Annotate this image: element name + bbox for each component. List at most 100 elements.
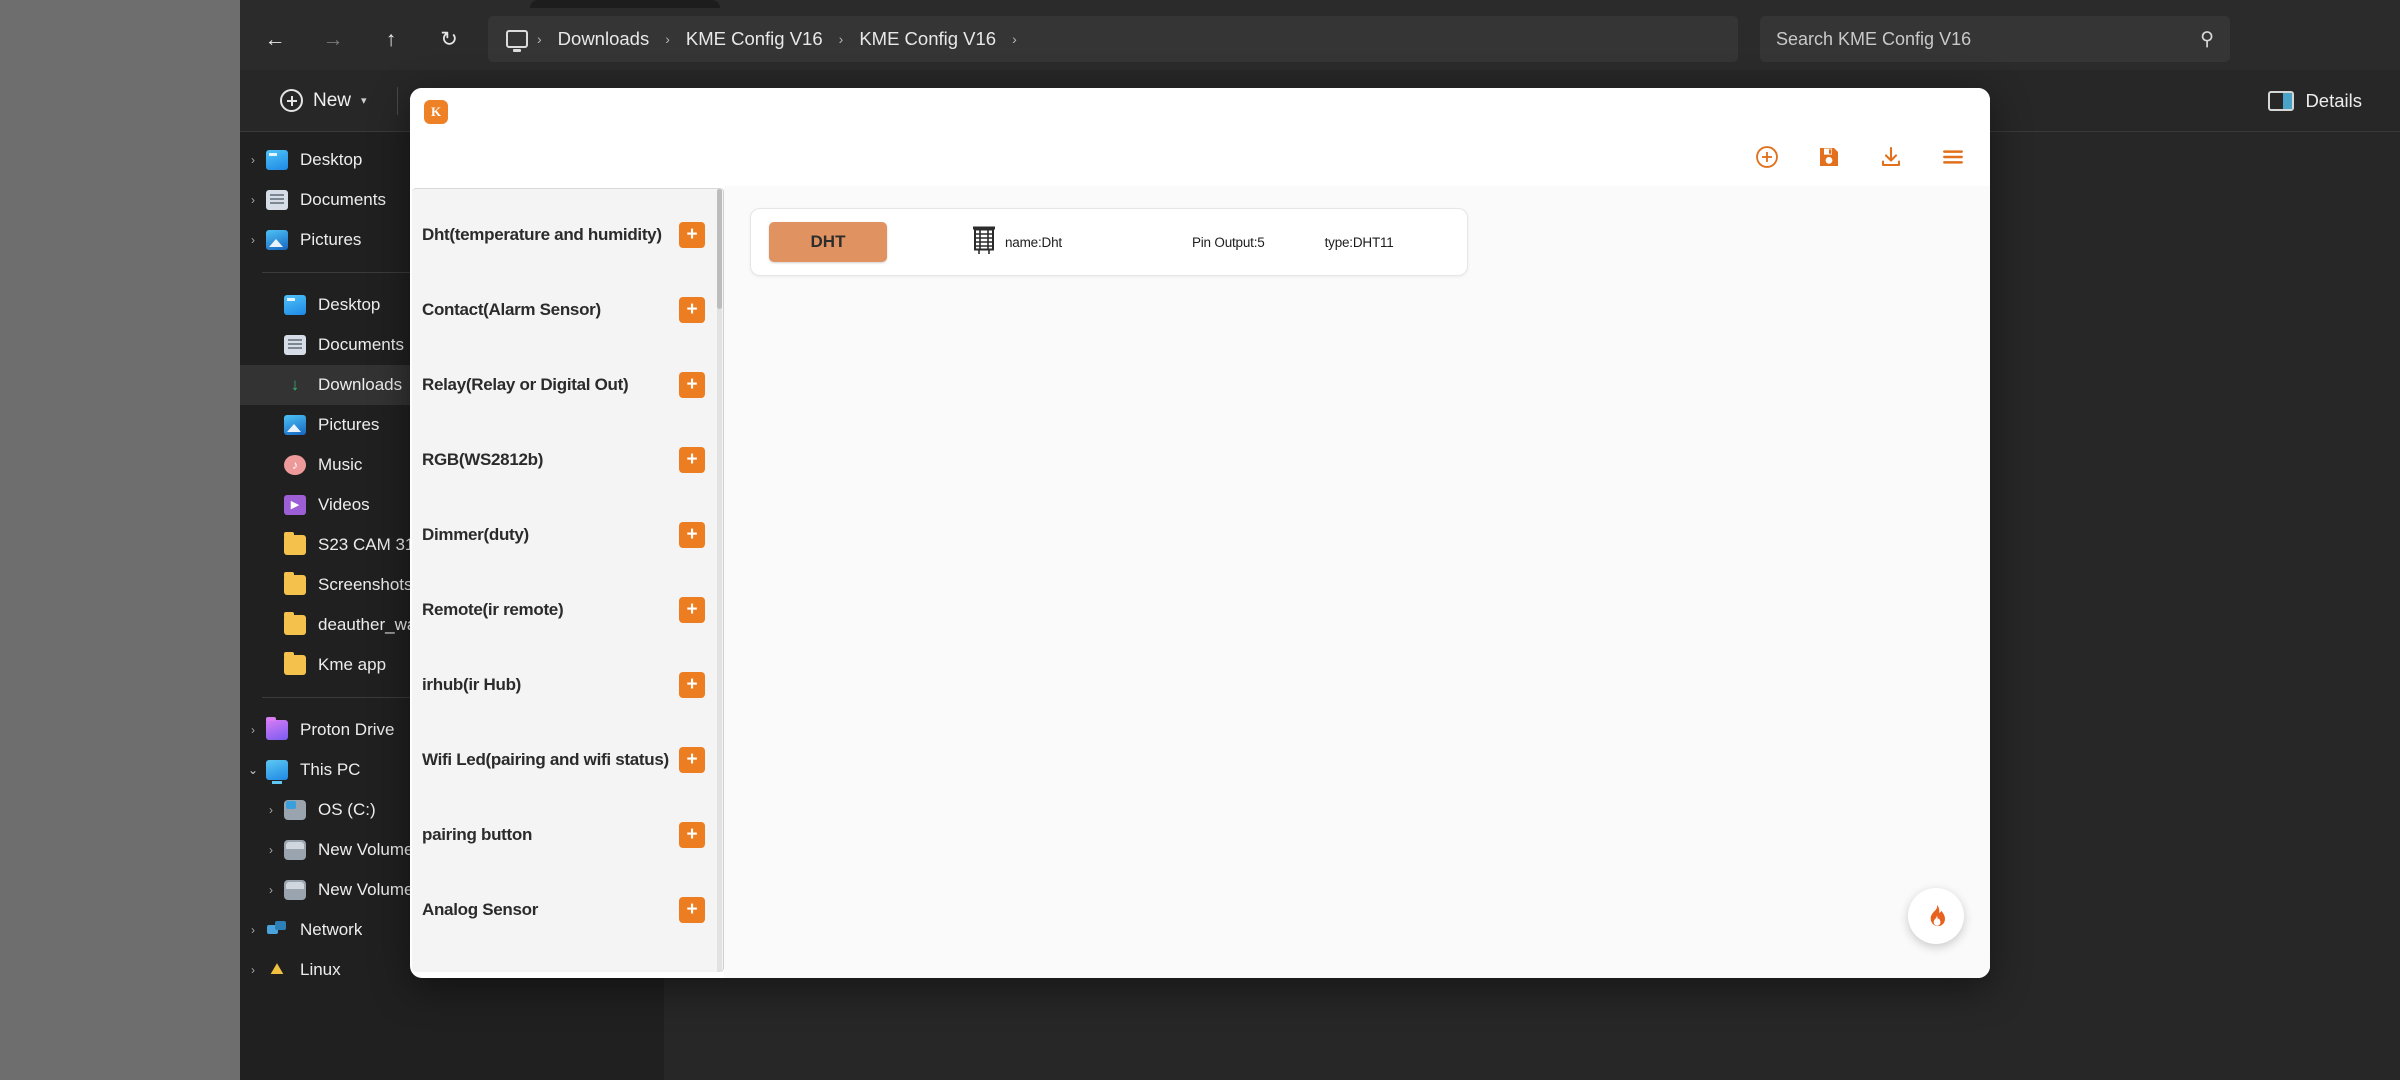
device-template-row[interactable]: Relay(Relay or Digital Out) +	[412, 347, 723, 422]
device-template-label: Remote(ir remote)	[422, 599, 564, 619]
device-template-row[interactable]: Wifi Led(pairing and wifi status) +	[412, 722, 723, 797]
circle-plus-icon[interactable]	[1752, 142, 1782, 172]
desktop-icon	[266, 150, 288, 170]
device-template-label: Dimmer(duty)	[422, 524, 529, 544]
chevron-right-icon[interactable]: ›	[240, 963, 266, 977]
desktop-icon	[284, 295, 306, 315]
chevron-right-icon[interactable]: ›	[240, 193, 266, 207]
node-field-pin[interactable]: Pin Output:5	[1192, 235, 1265, 250]
os-drive-icon	[284, 800, 306, 820]
app-body: Dht(temperature and humidity) + Contact(Al…	[410, 186, 1990, 978]
toolbar-divider	[396, 86, 398, 115]
breadcrumb[interactable]: › Downloads › KME Config V16 › KME Confi…	[488, 16, 1738, 62]
tree-item-label: Proton Drive	[300, 720, 395, 739]
chevron-right-icon[interactable]: ›	[240, 723, 266, 737]
tree-item-label: Music	[318, 455, 363, 474]
search-input[interactable]: Search KME Config V16 ⚲	[1760, 16, 2230, 62]
chevron-down-icon[interactable]: ⌄	[240, 763, 266, 777]
back-arrow-icon[interactable]: ←	[252, 16, 298, 62]
device-template-label: Analog Sensor	[422, 899, 539, 919]
kme-config-app-window: K Dht(temperature and humidity) + Contac…	[410, 88, 1990, 978]
breadcrumb-item-kme-config-1[interactable]: KME Config V16	[677, 24, 832, 54]
add-device-button[interactable]: +	[679, 746, 705, 773]
add-device-button[interactable]: +	[679, 821, 705, 848]
app-header: K	[410, 88, 1990, 186]
chevron-right-icon[interactable]: ›	[258, 843, 284, 857]
linux-icon: ⛰	[270, 961, 284, 978]
add-device-button[interactable]: +	[679, 296, 705, 323]
this-pc-icon	[266, 760, 288, 784]
chevron-right-icon[interactable]: ›	[240, 153, 266, 167]
plus-circle-icon	[280, 89, 303, 112]
node-field-type[interactable]: type:DHT11	[1325, 235, 1394, 250]
device-template-row[interactable]: Remote(ir remote) +	[412, 572, 723, 647]
chevron-right-icon[interactable]: ›	[258, 883, 284, 897]
node-type-chip[interactable]: DHT	[769, 222, 887, 262]
dht-sensor-icon	[969, 223, 1005, 262]
add-device-button[interactable]: +	[679, 521, 705, 548]
add-device-button[interactable]: +	[679, 671, 705, 698]
add-device-button[interactable]: +	[679, 596, 705, 623]
folder-icon	[284, 532, 306, 555]
downloads-icon: ↓	[290, 375, 300, 394]
drive-icon	[284, 840, 306, 860]
device-template-list[interactable]: Dht(temperature and humidity) + Contact(Al…	[412, 188, 724, 972]
explorer-tab[interactable]	[530, 0, 720, 8]
tree-item-label: Pictures	[300, 230, 362, 249]
search-placeholder: Search KME Config V16	[1776, 28, 1972, 49]
node-field-name[interactable]: name:Dht	[1005, 235, 1062, 250]
refresh-icon[interactable]: ↻	[426, 16, 472, 62]
chevron-right-icon[interactable]: ›	[258, 803, 284, 817]
device-template-label: Dht(temperature and humidity)	[422, 224, 662, 244]
tree-item-label: This PC	[300, 760, 361, 779]
save-floppy-icon[interactable]	[1814, 142, 1844, 172]
device-template-row[interactable]: Dimmer(duty) +	[412, 497, 723, 572]
device-list-scrollbar-thumb[interactable]	[717, 189, 722, 309]
chevron-right-icon[interactable]: ›	[240, 233, 266, 247]
node-canvas[interactable]: DHT name:Dht Pin Output:5 type:DHT11	[724, 186, 1990, 978]
tree-item-label: Network	[300, 920, 363, 939]
chevron-right-icon[interactable]: ›	[240, 923, 266, 937]
breadcrumb-item-kme-config-2[interactable]: KME Config V16	[850, 24, 1005, 54]
device-template-row[interactable]: pairing button +	[412, 797, 723, 872]
details-button[interactable]: Details	[2268, 70, 2362, 132]
node-card[interactable]: DHT name:Dht Pin Output:5 type:DHT11	[750, 208, 1468, 276]
add-device-button[interactable]: +	[679, 371, 705, 398]
hamburger-menu-icon[interactable]	[1938, 142, 1968, 172]
folder-icon	[284, 572, 306, 595]
device-template-row[interactable]: irhub(ir Hub) +	[412, 647, 723, 722]
device-template-row[interactable]: Analog Sensor +	[412, 872, 723, 947]
music-icon: ♪	[284, 455, 306, 475]
folder-icon	[284, 652, 306, 675]
tree-item-label: OS (C:)	[318, 800, 376, 819]
folder-icon	[284, 612, 306, 635]
download-icon[interactable]	[1876, 142, 1906, 172]
up-arrow-icon[interactable]: ↑	[368, 16, 414, 62]
tree-item-label: Documents	[318, 335, 404, 354]
add-device-button[interactable]: +	[679, 896, 705, 923]
breadcrumb-separator: ›	[537, 31, 542, 47]
tree-item-label: Pictures	[318, 415, 380, 434]
device-template-row[interactable]: RGB(WS2812b) +	[412, 422, 723, 497]
device-template-label: pairing button	[422, 824, 533, 844]
details-pane-icon	[2268, 91, 2295, 111]
device-template-row[interactable]: Dht(temperature and humidity) +	[412, 197, 723, 272]
device-template-label: Wifi Led(pairing and wifi status)	[422, 749, 669, 769]
breadcrumb-item-downloads[interactable]: Downloads	[549, 24, 659, 54]
documents-icon	[266, 190, 288, 210]
app-action-bar	[1752, 142, 1968, 172]
tree-item-label: Linux	[300, 960, 341, 979]
breadcrumb-separator: ›	[1012, 31, 1017, 47]
device-template-label: Contact(Alarm Sensor)	[422, 299, 601, 319]
this-pc-icon	[506, 30, 528, 52]
tree-item-label: Desktop	[300, 150, 363, 169]
tree-item-label: Kme app	[318, 655, 387, 674]
new-button[interactable]: New ▾	[266, 81, 381, 120]
add-device-button[interactable]: +	[679, 221, 705, 248]
flame-icon	[1930, 904, 1945, 927]
explorer-address-bar: ← → ↑ ↻ › Downloads › KME Config V16 › K…	[240, 8, 2400, 70]
device-template-row[interactable]: Contact(Alarm Sensor) +	[412, 272, 723, 347]
add-device-button[interactable]: +	[679, 446, 705, 473]
forward-arrow-icon[interactable]: →	[310, 16, 356, 62]
flame-fab-button[interactable]	[1908, 888, 1964, 944]
